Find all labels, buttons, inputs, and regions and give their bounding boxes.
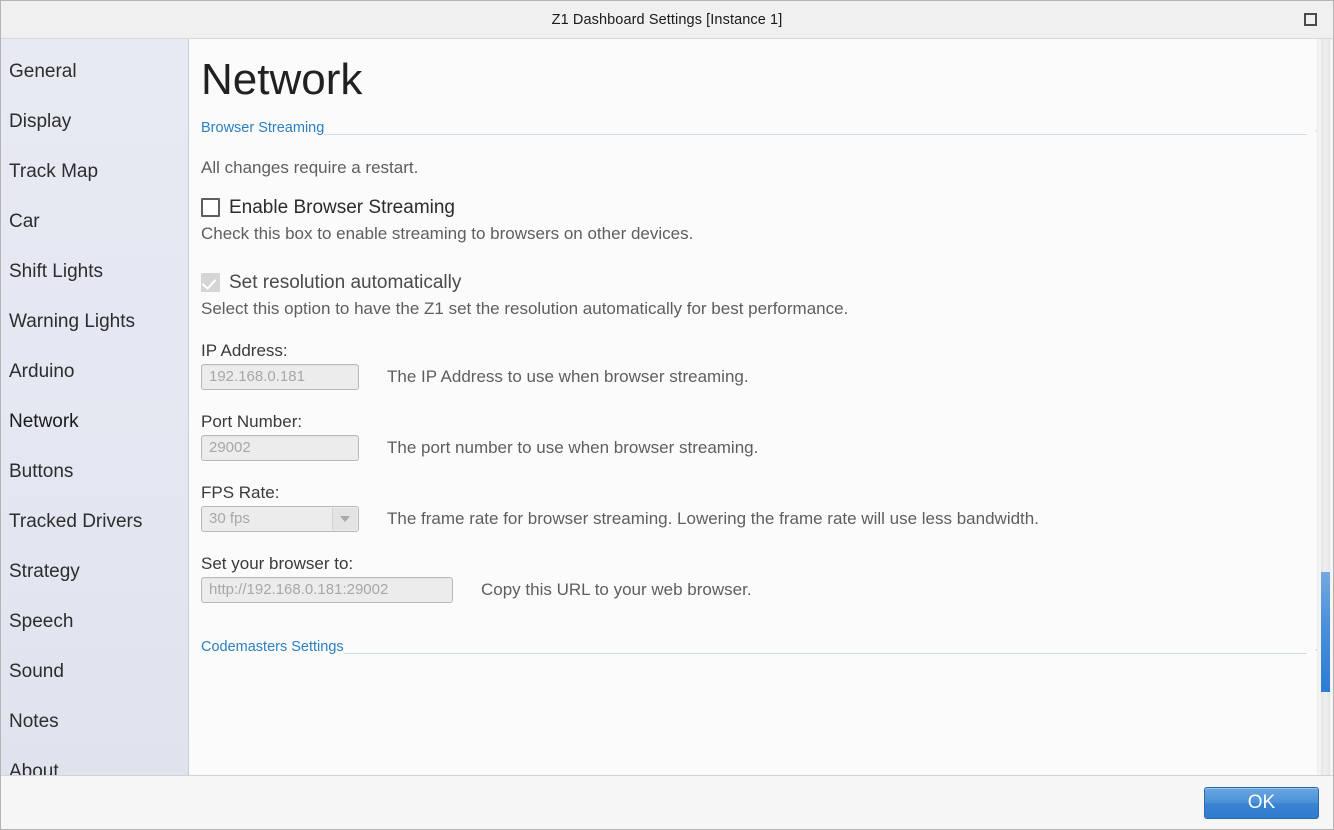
maximize-icon [1303, 13, 1317, 26]
browser-url-input[interactable]: http://192.168.0.181:29002 [201, 576, 453, 603]
fps-rate-label: FPS Rate: [201, 482, 280, 502]
sidebar-item-arduino[interactable]: Arduino [1, 347, 188, 397]
settings-sidebar: General Display Track Map Car Shift Ligh… [1, 39, 189, 775]
sidebar-item-label: Buttons [9, 461, 74, 482]
settings-scroll-area: Browser Streaming All changes require a … [189, 106, 1333, 775]
fps-rate-line: 30 fps The frame rate for browser stream… [201, 505, 1333, 532]
ip-address-help: The IP Address to use when browser strea… [387, 366, 749, 386]
auto-resolution-description: Select this option to have the Z1 set th… [201, 298, 849, 318]
sidebar-item-car[interactable]: Car [1, 197, 188, 247]
sidebar-item-network[interactable]: Network [1, 397, 188, 447]
sidebar-item-label: Shift Lights [9, 261, 103, 282]
sidebar-item-tracked-drivers[interactable]: Tracked Drivers [1, 497, 188, 547]
fps-rate-select[interactable]: 30 fps [201, 505, 359, 532]
auto-resolution-label: Set resolution automatically [229, 271, 462, 293]
sidebar-item-label: Strategy [9, 561, 80, 582]
enable-browser-streaming-row[interactable]: Enable Browser Streaming [201, 197, 1333, 219]
sidebar-item-label: Display [9, 111, 72, 132]
browser-url-line: http://192.168.0.181:29002 Copy this URL… [201, 576, 1333, 603]
sidebar-item-label: Arduino [9, 361, 75, 382]
fps-rate-value: 30 fps [209, 510, 250, 528]
settings-window: Z1 Dashboard Settings [Instance 1] Gener… [0, 0, 1334, 830]
sidebar-item-about[interactable]: About [1, 747, 188, 775]
browser-url-help: Copy this URL to your web browser. [481, 579, 752, 599]
enable-browser-streaming-checkbox[interactable] [201, 198, 220, 218]
section-title: Browser Streaming [201, 119, 325, 136]
section-divider [343, 652, 1307, 654]
scrollbar-thumb[interactable] [1321, 572, 1330, 692]
ip-address-line: 192.168.0.181 The IP Address to use when… [201, 363, 1333, 390]
sidebar-item-sound[interactable]: Sound [1, 647, 188, 697]
section-header-browser-streaming: Browser Streaming [201, 120, 1333, 138]
port-number-group: Port Number: 29002 The port number to us… [201, 412, 1333, 461]
section-header-codemasters: Codemasters Settings [201, 639, 1333, 657]
port-number-line: 29002 The port number to use when browse… [201, 434, 1333, 461]
sidebar-item-notes[interactable]: Notes [1, 697, 188, 747]
sidebar-item-label: Tracked Drivers [9, 511, 143, 532]
title-bar: Z1 Dashboard Settings [Instance 1] [1, 1, 1333, 39]
port-number-input[interactable]: 29002 [201, 434, 359, 461]
auto-resolution-checkbox[interactable] [201, 273, 220, 293]
sidebar-item-label: Track Map [9, 161, 99, 182]
ip-address-group: IP Address: 192.168.0.181 The IP Address… [201, 341, 1333, 390]
sidebar-item-label: Car [9, 211, 40, 232]
section-divider [324, 133, 1307, 135]
ip-address-label: IP Address: [201, 340, 288, 360]
sidebar-item-warning-lights[interactable]: Warning Lights [1, 297, 188, 347]
browser-url-label: Set your browser to: [201, 553, 354, 573]
sidebar-item-track-map[interactable]: Track Map [1, 147, 188, 197]
enable-browser-streaming-label: Enable Browser Streaming [229, 196, 455, 218]
sidebar-item-strategy[interactable]: Strategy [1, 547, 188, 597]
window-body: General Display Track Map Car Shift Ligh… [1, 39, 1333, 775]
vertical-scrollbar[interactable] [1317, 39, 1333, 775]
port-number-label: Port Number: [201, 411, 303, 431]
sidebar-item-general[interactable]: General [1, 47, 188, 97]
ok-button[interactable]: OK [1204, 786, 1319, 819]
sidebar-item-label: Speech [9, 611, 74, 632]
settings-content: Network Browser Streaming All changes re… [189, 39, 1333, 775]
window-controls [1287, 1, 1333, 38]
browser-url-group: Set your browser to: http://192.168.0.18… [201, 554, 1333, 603]
sidebar-item-speech[interactable]: Speech [1, 597, 188, 647]
dialog-footer: OK [1, 775, 1333, 829]
fps-rate-dropdown-button[interactable] [332, 507, 357, 530]
sidebar-item-label: Notes [9, 711, 59, 732]
section-title: Codemasters Settings [201, 638, 344, 655]
sidebar-item-display[interactable]: Display [1, 97, 188, 147]
sidebar-item-label: Sound [9, 661, 64, 682]
sidebar-item-label: General [9, 61, 77, 82]
ip-address-input[interactable]: 192.168.0.181 [201, 363, 359, 390]
sidebar-item-label: About [9, 761, 59, 775]
window-title: Z1 Dashboard Settings [Instance 1] [551, 11, 783, 28]
fps-rate-group: FPS Rate: 30 fps The frame rate for brow… [201, 483, 1333, 532]
auto-resolution-row[interactable]: Set resolution automatically [201, 272, 1333, 294]
chevron-down-icon [340, 515, 350, 522]
restart-note: All changes require a restart. [201, 157, 419, 177]
sidebar-item-shift-lights[interactable]: Shift Lights [1, 247, 188, 297]
sidebar-item-label: Warning Lights [9, 311, 136, 332]
maximize-button[interactable] [1287, 1, 1333, 38]
enable-browser-streaming-description: Check this box to enable streaming to br… [201, 223, 694, 243]
page-title: Network [201, 55, 363, 104]
port-number-help: The port number to use when browser stre… [387, 437, 759, 457]
fps-rate-help: The frame rate for browser streaming. Lo… [387, 508, 1039, 528]
sidebar-item-buttons[interactable]: Buttons [1, 447, 188, 497]
sidebar-item-label: Network [9, 411, 79, 432]
